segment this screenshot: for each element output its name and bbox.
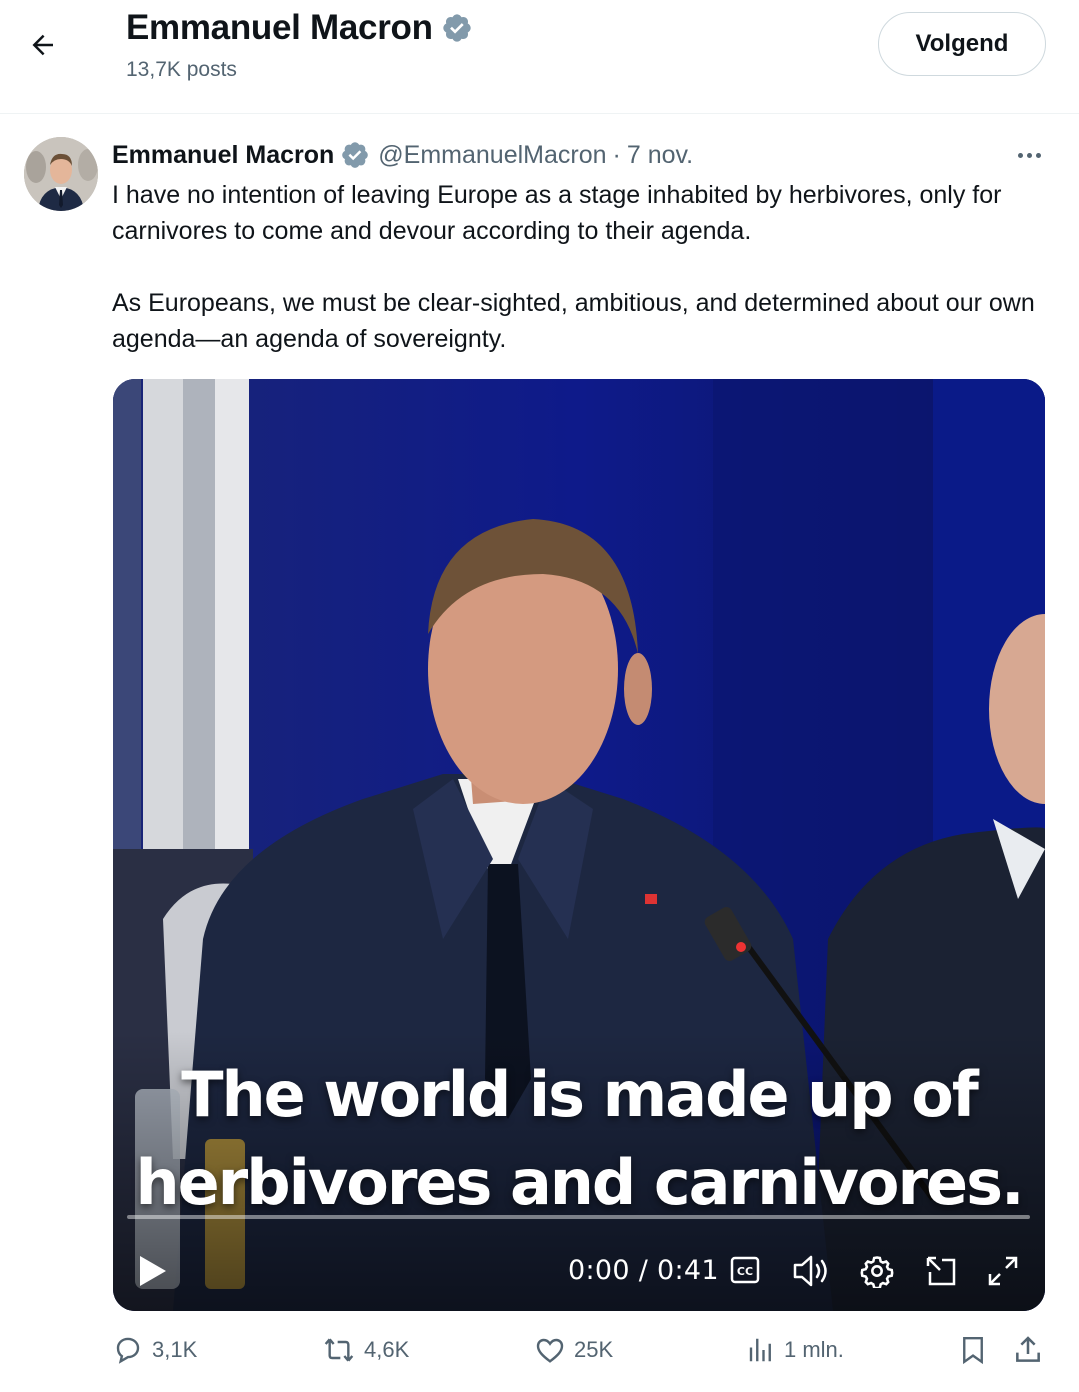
reply-button[interactable]: 3,1K (112, 1334, 197, 1366)
pip-icon (926, 1256, 956, 1286)
caption-line-1: The world is made up of (181, 1058, 979, 1131)
captions-button[interactable]: CC (729, 1254, 761, 1286)
header-name: Emmanuel Macron (126, 8, 433, 47)
header-separator: · (612, 140, 621, 169)
verified-icon (443, 14, 471, 42)
verified-icon (342, 142, 369, 168)
bookmark-button[interactable] (958, 1334, 988, 1366)
author-handle[interactable]: @EmmanuelMacron (378, 141, 606, 170)
play-button[interactable] (131, 1249, 175, 1293)
following-button[interactable]: Volgend (878, 12, 1046, 76)
play-icon (140, 1256, 166, 1286)
settings-button[interactable] (857, 1251, 897, 1291)
video-time: 0:00 / 0:41 (568, 1255, 719, 1286)
post-date[interactable]: 7 nov. (627, 141, 693, 170)
profile-header: Emmanuel Macron 13,7K posts Volgend (0, 0, 1079, 114)
repost-button[interactable]: 4,6K (322, 1334, 409, 1366)
back-arrow-icon (32, 34, 53, 56)
post-actions: 3,1K 4,6K 25K 1 mln. (0, 1330, 1079, 1378)
fullscreen-button[interactable] (985, 1253, 1021, 1289)
share-button[interactable] (1012, 1334, 1044, 1366)
video-controls: 0:00 / 0:41 CC (113, 1235, 1045, 1307)
post-paragraph: As Europeans, we must be clear-sighted, … (112, 289, 1035, 353)
reply-icon (116, 1337, 140, 1364)
video-caption: The world is made up of herbivores and c… (113, 1051, 1045, 1227)
settings-icon (860, 1256, 894, 1288)
view-count: 1 mln. (784, 1337, 844, 1362)
video-progress-bar[interactable] (127, 1215, 1030, 1219)
more-icon-dot (1026, 152, 1032, 158)
author-name[interactable]: Emmanuel Macron (112, 141, 334, 170)
header-title-row: Emmanuel Macron (126, 8, 473, 48)
repost-count: 4,6K (364, 1337, 410, 1362)
caption-line-2: herbivores and carnivores. (135, 1146, 1024, 1219)
picture-in-picture-button[interactable] (923, 1253, 959, 1289)
more-icon-dot (1035, 152, 1041, 158)
avatar[interactable] (24, 137, 98, 211)
post-paragraph: I have no intention of leaving Europe as… (112, 181, 1002, 245)
bookmark-icon (963, 1336, 983, 1365)
like-icon (536, 1338, 564, 1363)
reply-count: 3,1K (152, 1337, 198, 1362)
fullscreen-icon (988, 1256, 1018, 1286)
like-button[interactable]: 25K (534, 1334, 613, 1366)
views-icon (749, 1338, 771, 1362)
svg-text:CC: CC (737, 1265, 753, 1278)
views-button[interactable]: 1 mln. (746, 1334, 844, 1366)
share-icon (1016, 1336, 1040, 1362)
volume-icon (793, 1255, 827, 1287)
avatar-image (24, 137, 98, 211)
cc-icon: CC (730, 1256, 760, 1284)
more-button[interactable] (1008, 140, 1050, 170)
post-count: 13,7K posts (126, 58, 237, 81)
back-button[interactable] (18, 20, 68, 70)
post-header: Emmanuel Macron @EmmanuelMacron · 7 nov. (112, 138, 693, 172)
more-icon (1017, 152, 1023, 158)
post-text: I have no intention of leaving Europe as… (112, 177, 1052, 357)
like-count: 25K (574, 1337, 614, 1362)
repost-icon (324, 1338, 354, 1362)
volume-button[interactable] (791, 1251, 831, 1291)
